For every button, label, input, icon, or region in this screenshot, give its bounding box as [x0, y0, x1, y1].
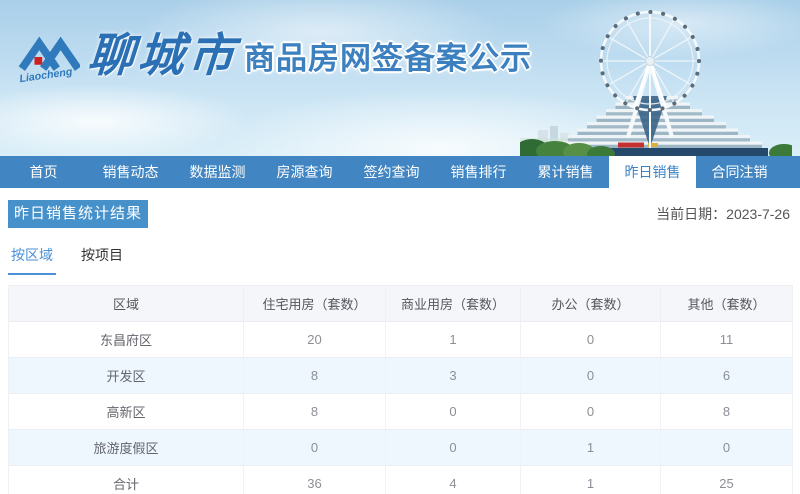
- brand: Liaocheng 聊城市 商品房网签备案公示: [18, 26, 532, 92]
- value-cell: 11: [661, 322, 793, 358]
- value-cell: 25: [661, 466, 793, 494]
- column-header: 其他（套数）: [661, 286, 793, 322]
- value-cell: 0: [661, 430, 793, 466]
- value-cell: 8: [244, 394, 386, 430]
- value-cell: 1: [521, 430, 661, 466]
- table-row: 合计364125: [9, 466, 793, 494]
- value-cell: 8: [244, 358, 386, 394]
- tab-by-project[interactable]: 按项目: [78, 245, 126, 275]
- main-content: 昨日销售统计结果 当前日期：2023-7-26 按区域按项目 区域住宅用房（套数…: [0, 200, 800, 494]
- value-cell: 1: [521, 466, 661, 494]
- current-date: 当前日期：2023-7-26: [656, 204, 792, 224]
- value-cell: 0: [521, 394, 661, 430]
- region-cell: 东昌府区: [9, 322, 244, 358]
- column-header: 办公（套数）: [521, 286, 661, 322]
- main-nav: 首页销售动态数据监测房源查询签约查询销售排行累计销售昨日销售合同注销: [0, 156, 800, 188]
- nav-item-contract-cancellation[interactable]: 合同注销: [696, 156, 783, 188]
- logo-script-text: Liaocheng: [19, 66, 74, 85]
- value-cell: 20: [244, 322, 386, 358]
- city-name: 聊城市: [86, 26, 240, 86]
- value-cell: 0: [386, 430, 521, 466]
- nav-item-sales-dynamics[interactable]: 销售动态: [87, 156, 174, 188]
- city-logo-icon: Liaocheng: [18, 26, 80, 88]
- nav-item-listing-query[interactable]: 房源查询: [261, 156, 348, 188]
- value-cell: 3: [386, 358, 521, 394]
- column-header: 商业用房（套数）: [386, 286, 521, 322]
- nav-item-sales-ranking[interactable]: 销售排行: [435, 156, 522, 188]
- value-cell: 36: [244, 466, 386, 494]
- nav-item-signing-query[interactable]: 签约查询: [348, 156, 435, 188]
- view-tabs: 按区域按项目: [8, 245, 792, 275]
- nav-item-yesterday-sales[interactable]: 昨日销售: [609, 156, 696, 188]
- title-row: 昨日销售统计结果 当前日期：2023-7-26: [8, 200, 792, 228]
- value-cell: 0: [386, 394, 521, 430]
- site-header: Liaocheng 聊城市 商品房网签备案公示: [0, 0, 800, 156]
- section-title-badge: 昨日销售统计结果: [8, 200, 148, 228]
- table-row: 旅游度假区0010: [9, 430, 793, 466]
- value-cell: 0: [244, 430, 386, 466]
- nav-item-data-monitoring[interactable]: 数据监测: [174, 156, 261, 188]
- value-cell: 0: [521, 358, 661, 394]
- stats-table: 区域住宅用房（套数）商业用房（套数）办公（套数）其他（套数） 东昌府区20101…: [8, 285, 793, 494]
- value-cell: 0: [521, 322, 661, 358]
- region-cell: 高新区: [9, 394, 244, 430]
- stats-table-body: 东昌府区201011开发区8306高新区8008旅游度假区0010合计36412…: [9, 322, 793, 494]
- tab-by-region[interactable]: 按区域: [8, 245, 56, 275]
- region-cell: 旅游度假区: [9, 430, 244, 466]
- column-header: 区域: [9, 286, 244, 322]
- table-row: 开发区8306: [9, 358, 793, 394]
- value-cell: 1: [386, 322, 521, 358]
- page-root: Liaocheng 聊城市 商品房网签备案公示 首页销售动态数据监测房源查询签约…: [0, 0, 800, 494]
- value-cell: 8: [661, 394, 793, 430]
- site-title: 商品房网签备案公示: [244, 26, 532, 92]
- current-date-value: 2023-7-26: [726, 206, 790, 222]
- table-row: 东昌府区201011: [9, 322, 793, 358]
- value-cell: 4: [386, 466, 521, 494]
- ferris-wheel-illustration: [520, 0, 792, 156]
- current-date-label: 当前日期：: [656, 206, 726, 222]
- table-row: 高新区8008: [9, 394, 793, 430]
- nav-item-cumulative-sales[interactable]: 累计销售: [522, 156, 609, 188]
- region-cell: 开发区: [9, 358, 244, 394]
- column-header: 住宅用房（套数）: [244, 286, 386, 322]
- region-cell: 合计: [9, 466, 244, 494]
- value-cell: 6: [661, 358, 793, 394]
- stats-table-header-row: 区域住宅用房（套数）商业用房（套数）办公（套数）其他（套数）: [9, 286, 793, 322]
- nav-item-home[interactable]: 首页: [0, 156, 87, 188]
